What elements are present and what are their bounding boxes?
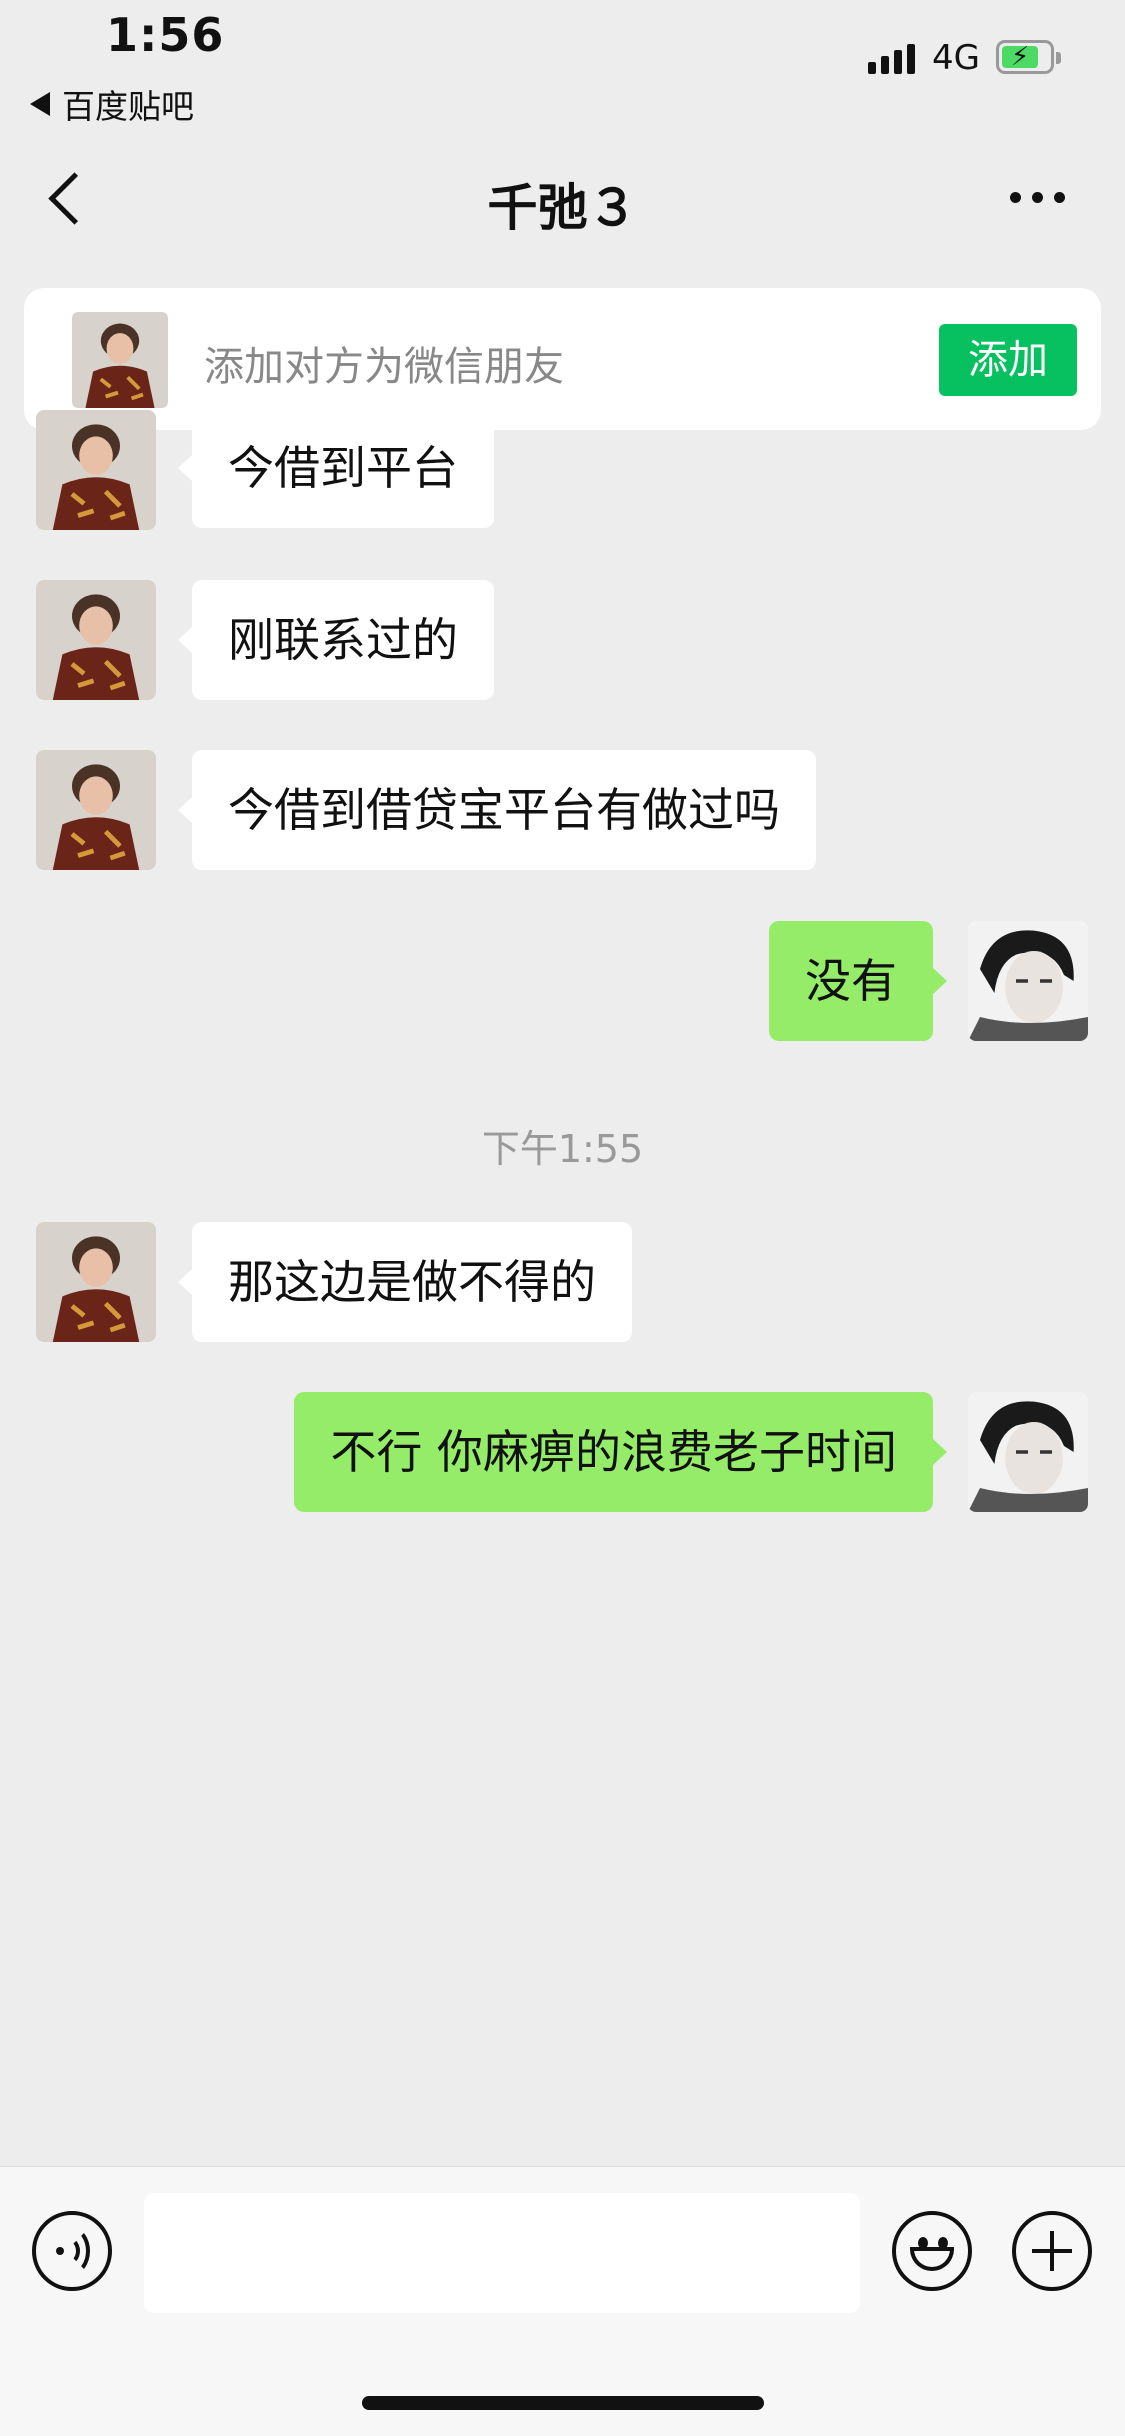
- contact-avatar[interactable]: [36, 1222, 156, 1342]
- more-options-icon[interactable]: [1010, 192, 1065, 203]
- status-bar: 1:56 百度贴吧 4G ⚡: [0, 0, 1125, 130]
- add-friend-button[interactable]: 添加: [939, 324, 1077, 396]
- home-indicator[interactable]: [362, 2396, 764, 2410]
- battery-charging-icon: ⚡: [996, 40, 1061, 74]
- cellular-signal-icon: [868, 44, 915, 74]
- my-avatar[interactable]: [968, 1392, 1088, 1512]
- more-functions-plus-icon[interactable]: [1012, 2211, 1092, 2291]
- back-to-app-link[interactable]: 百度贴吧: [30, 80, 194, 128]
- back-app-label: 百度贴吧: [62, 87, 194, 126]
- add-friend-prompt: 添加对方为微信朋友: [204, 344, 564, 390]
- network-type: 4G: [932, 38, 980, 78]
- chat-title: 千弛３: [487, 179, 638, 237]
- chat-header: 千弛３: [0, 150, 1125, 250]
- back-triangle-icon: [30, 92, 50, 116]
- my-avatar[interactable]: [968, 921, 1088, 1041]
- contact-avatar[interactable]: [36, 580, 156, 700]
- incoming-message-bubble[interactable]: 刚联系过的: [178, 580, 494, 700]
- incoming-message-bubble[interactable]: 今借到平台: [178, 408, 494, 528]
- incoming-message-bubble[interactable]: 今借到借贷宝平台有做过吗: [178, 750, 816, 870]
- incoming-message-bubble[interactable]: 那这边是做不得的: [178, 1222, 632, 1342]
- outgoing-message-bubble[interactable]: 不行 你麻痹的浪费老子时间: [294, 1392, 947, 1512]
- contact-avatar[interactable]: [36, 750, 156, 870]
- status-time: 1:56: [106, 8, 225, 62]
- contact-avatar[interactable]: [72, 312, 168, 408]
- outgoing-message-bubble[interactable]: 没有: [769, 921, 947, 1041]
- contact-avatar[interactable]: [36, 410, 156, 530]
- voice-input-icon[interactable]: [32, 2211, 112, 2291]
- message-timestamp: 下午1:55: [481, 1127, 644, 1171]
- message-input[interactable]: [144, 2193, 860, 2313]
- emoji-icon[interactable]: [892, 2211, 972, 2291]
- add-friend-banner: 添加对方为微信朋友 添加: [24, 288, 1101, 430]
